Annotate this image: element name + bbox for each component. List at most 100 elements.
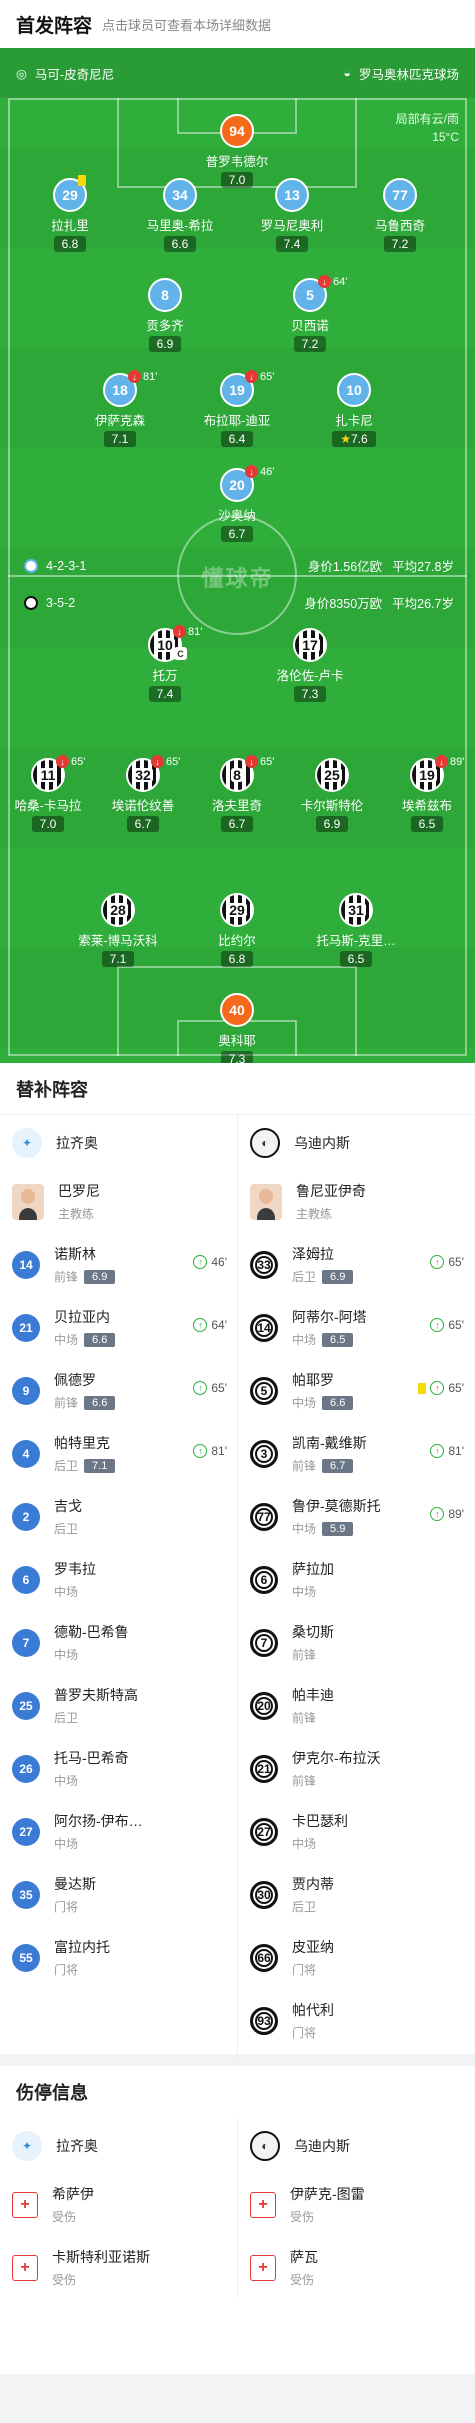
player-number: 20 (229, 477, 245, 493)
injured-player-name: 伊萨克-图雷 (290, 2186, 365, 2202)
event-badges: ↓ 46' (245, 465, 274, 478)
sub-player-info: 帕丰迪 前锋 (292, 1685, 334, 1726)
sub-out-icon: ↓ (128, 370, 141, 383)
sub-player-row[interactable]: 25 普罗夫斯特高 后卫 (0, 1674, 237, 1737)
sub-player-row[interactable]: 6 萨拉加 中场 (238, 1548, 474, 1611)
player-number: 8 (231, 767, 243, 783)
injury-home-team: ✦ 拉齐奥 (0, 2118, 237, 2173)
sub-player-row[interactable]: 66 皮亚纳 门将 (238, 1926, 474, 1989)
sub-player-row[interactable]: 77 鲁伊-莫德斯托 中场 5.9 ↑ 89' (238, 1485, 474, 1548)
away-player[interactable]: 28 索莱-博马沃科 7.1 (68, 893, 168, 968)
home-coach-row[interactable]: 巴罗尼 主教练 (0, 1170, 237, 1233)
away-player[interactable]: 29 比约尔 6.8 (187, 893, 287, 968)
sub-player-position: 前锋 (54, 1270, 79, 1284)
sub-player-row[interactable]: 27 阿尔扬-伊布… 中场 (0, 1800, 237, 1863)
sub-in-time: ↑ 89' (430, 1507, 464, 1521)
player-number: 18 (112, 382, 128, 398)
sub-player-meta: 后卫 6.9 (292, 1268, 354, 1285)
sub-player-row[interactable]: 35 曼达斯 门将 (0, 1863, 237, 1926)
player-rating: 6.7 (220, 816, 254, 832)
away-player[interactable]: 25 卡尔斯特伦 6.9 (282, 758, 382, 833)
injured-player-row[interactable]: + 希萨伊 受伤 (0, 2173, 237, 2236)
sub-player-row[interactable]: 30 贾内蒂 后卫 (238, 1863, 474, 1926)
home-player[interactable]: 34 马里奥-希拉 6.6 (130, 178, 230, 253)
sub-player-meta: 中场 (54, 1835, 143, 1852)
sub-player-info: 托马-巴希奇 中场 (54, 1748, 129, 1789)
sub-player-position: 门将 (54, 1963, 79, 1977)
player-rating-value: 6.7 (228, 527, 246, 541)
sub-player-row[interactable]: 7 德勒-巴希鲁 中场 (0, 1611, 237, 1674)
sub-number-badge: 4 (12, 1439, 40, 1468)
sub-in-time: ↑ 65' (430, 1255, 464, 1269)
sub-out-icon: ↓ (245, 755, 258, 768)
away-player[interactable]: 11 ↓ 65' 哈桑-卡马拉 7.0 (0, 755, 98, 833)
player-number: 19 (229, 382, 245, 398)
home-player[interactable]: 29 拉扎里 6.8 (20, 175, 120, 253)
home-player[interactable]: 13 罗马尼奥利 7.4 (242, 178, 342, 253)
away-player[interactable]: 19 ↓ 89' 埃希兹布 6.5 (377, 755, 475, 833)
sub-player-row[interactable]: 14 阿蒂尔-阿塔 中场 6.5 ↑ 65' (238, 1296, 474, 1359)
sub-player-row[interactable]: 9 佩德罗 前锋 6.6 ↑ 65' (0, 1359, 237, 1422)
sub-player-name: 托马-巴希奇 (54, 1750, 129, 1766)
sub-player-name: 萨拉加 (292, 1561, 334, 1577)
sub-in-minute: 81' (448, 1444, 464, 1458)
injured-player-row[interactable]: + 萨瓦 受伤 (238, 2236, 474, 2299)
injured-player-row[interactable]: + 卡斯特利亚诺斯 受伤 (0, 2236, 237, 2299)
injury-cross-icon: + (250, 2254, 276, 2281)
sub-number-badge: 5 (250, 1376, 278, 1405)
home-player[interactable]: 77 马鲁西奇 7.2 (350, 178, 450, 253)
home-player[interactable]: 5 ↓ 64' 贝西诺 7.2 (260, 275, 360, 353)
home-player[interactable]: 10 扎卡尼 ★7.6 (304, 373, 404, 448)
sub-in-icon: ↑ (193, 1255, 208, 1269)
player-name: 索莱-博马沃科 (78, 934, 158, 948)
injured-player-row[interactable]: + 伊萨克-图雷 受伤 (238, 2173, 474, 2236)
sub-player-row[interactable]: 2 吉戈 后卫 (0, 1485, 237, 1548)
sub-player-row[interactable]: 21 伊克尔-布拉沃 前锋 (238, 1737, 474, 1800)
home-player[interactable]: 8 贡多齐 6.9 (115, 278, 215, 353)
player-name: 伊萨克森 (94, 414, 145, 428)
sub-player-row[interactable]: 33 泽姆拉 后卫 6.9 ↑ 65' (238, 1233, 474, 1296)
sub-player-row[interactable]: 21 贝拉亚内 中场 6.6 ↑ 64' (0, 1296, 237, 1359)
sub-player-meta: 后卫 (54, 1520, 82, 1537)
away-player[interactable]: 17 洛伦佐-卢卡 7.3 (260, 628, 360, 703)
sub-player-row[interactable]: 5 帕耶罗 中场 6.6 ↑ 65' (238, 1359, 474, 1422)
player-name: 沙奥纳 (218, 509, 256, 523)
player-rating-value: 6.8 (61, 237, 79, 251)
sub-number-badge: 14 (12, 1250, 40, 1279)
player-rating-value: 6.4 (228, 432, 246, 446)
sub-player-info: 诺斯林 前锋 6.9 (54, 1244, 116, 1285)
sub-player-row[interactable]: 26 托马-巴希奇 中场 (0, 1737, 237, 1800)
away-player[interactable]: 8 ↓ 65' 洛夫里奇 6.7 (187, 755, 287, 833)
stadium-icon: ◒ (343, 66, 351, 80)
sub-player-row[interactable]: 93 帕代利 门将 (238, 1989, 474, 2052)
sub-player-position: 中场 (54, 1774, 79, 1788)
away-player[interactable]: 40 奥科耶 7.3 (187, 993, 287, 1063)
away-player[interactable]: 32 ↓ 65' 埃诺伦纹善 6.7 (93, 755, 193, 833)
away-formation: 3-5-2 (46, 595, 76, 610)
sub-player-meta: 后卫 (292, 1898, 334, 1915)
sub-player-position: 中场 (54, 1585, 79, 1599)
away-player[interactable]: 10 C ↓ 81' 托万 7.4 (115, 625, 215, 703)
sub-player-row[interactable]: 6 罗韦拉 中场 (0, 1548, 237, 1611)
player-number-badge: 28 (101, 893, 135, 927)
player-rating: 6.4 (220, 431, 254, 447)
sub-player-row[interactable]: 3 凯南-戴维斯 前锋 6.7 ↑ 81' (238, 1422, 474, 1485)
sub-player-row[interactable]: 14 诺斯林 前锋 6.9 ↑ 46' (0, 1233, 237, 1296)
sub-player-row[interactable]: 55 富拉内托 门将 (0, 1926, 237, 1989)
player-rating: 6.5 (410, 816, 444, 832)
away-player[interactable]: 31 托马斯-克里… 6.5 (306, 893, 406, 968)
sub-player-row[interactable]: 4 帕特里克 后卫 7.1 ↑ 81' (0, 1422, 237, 1485)
home-player[interactable]: 19 ↓ 65' 布拉耶-迪亚 6.4 (187, 370, 287, 448)
sub-number-badge: 27 (12, 1817, 40, 1846)
sub-out-icon: ↓ (173, 625, 186, 638)
sub-player-name: 阿蒂尔-阿塔 (292, 1309, 367, 1325)
sub-player-name: 帕代利 (292, 2002, 334, 2018)
event-badges: ↓ 65' (56, 755, 85, 768)
sub-player-row[interactable]: 27 卡巴瑟利 中场 (238, 1800, 474, 1863)
sub-player-meta: 前锋 (292, 1772, 381, 1789)
home-player[interactable]: 20 ↓ 46' 沙奥纳 6.7 (187, 465, 287, 543)
away-coach-row[interactable]: 鲁尼亚伊奇 主教练 (238, 1170, 474, 1233)
sub-player-row[interactable]: 7 桑切斯 前锋 (238, 1611, 474, 1674)
sub-player-row[interactable]: 20 帕丰迪 前锋 (238, 1674, 474, 1737)
home-player[interactable]: 18 ↓ 81' 伊萨克森 7.1 (70, 370, 170, 448)
